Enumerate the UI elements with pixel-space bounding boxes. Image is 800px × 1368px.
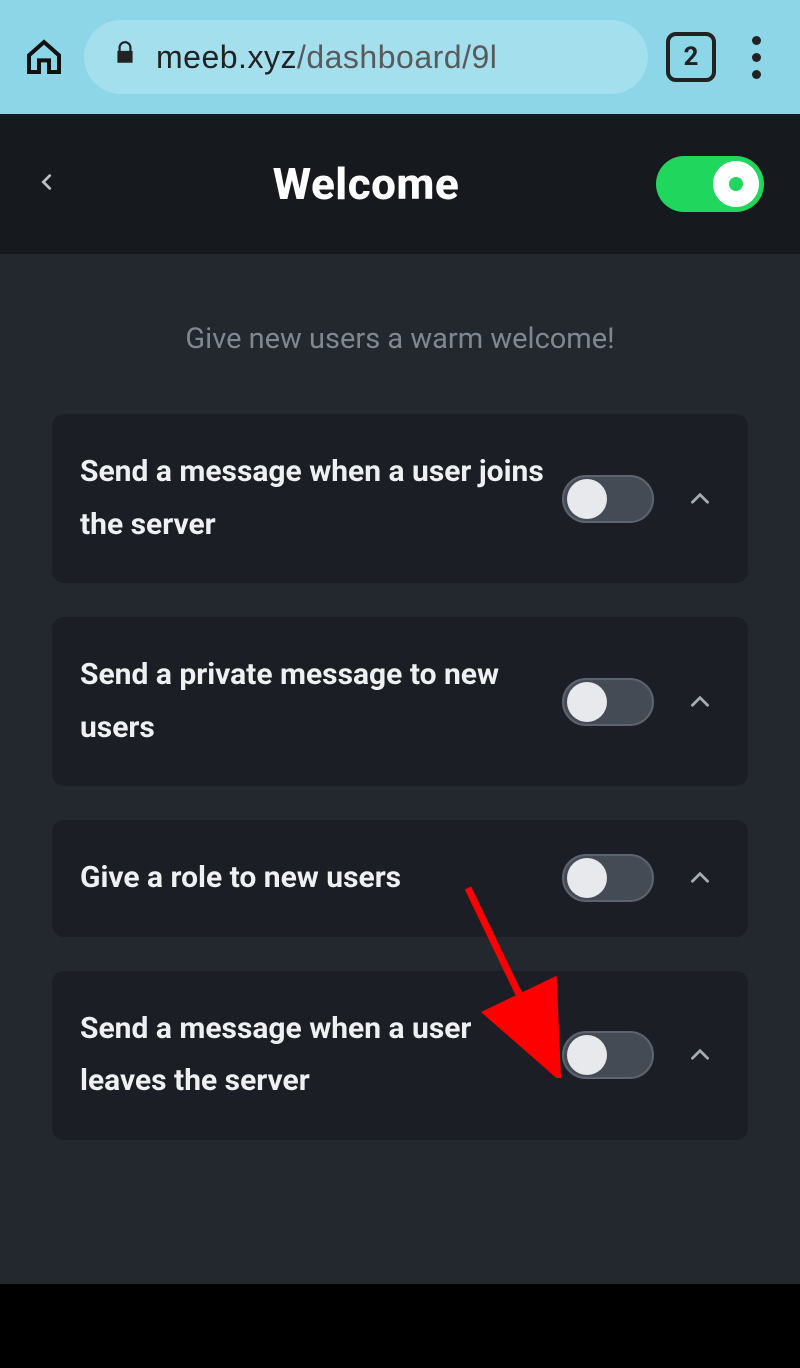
option-toggle[interactable] — [562, 678, 654, 726]
option-leave-message[interactable]: Send a message when a user leaves the se… — [52, 971, 748, 1140]
option-label: Give a role to new users — [80, 852, 546, 905]
option-give-role[interactable]: Give a role to new users — [52, 820, 748, 937]
url-bar[interactable]: meeb.xyz/dashboard/9l — [84, 20, 648, 94]
overflow-menu-button[interactable] — [734, 36, 778, 79]
option-label: Send a message when a user leaves the se… — [80, 1003, 546, 1108]
content-area: Give new users a warm welcome! Send a me… — [0, 254, 800, 1284]
lock-icon — [112, 38, 138, 76]
toggle-knob — [567, 479, 607, 519]
dot-icon — [752, 53, 761, 62]
option-toggle[interactable] — [562, 1031, 654, 1079]
option-private-message[interactable]: Send a private message to new users — [52, 617, 748, 786]
tabs-button[interactable]: 2 — [666, 32, 716, 82]
home-icon — [24, 37, 64, 77]
back-button[interactable] — [36, 165, 76, 203]
browser-bar: meeb.xyz/dashboard/9l 2 — [0, 0, 800, 114]
chevron-up-icon — [687, 1042, 713, 1068]
option-toggle[interactable] — [562, 854, 654, 902]
option-label: Send a message when a user joins the ser… — [80, 446, 546, 551]
bottom-band — [0, 1284, 800, 1368]
page-subtitle: Give new users a warm welcome! — [52, 322, 748, 356]
app-header: Welcome — [0, 114, 800, 254]
toggle-knob — [567, 858, 607, 898]
toggle-knob — [713, 161, 759, 207]
toggle-knob — [567, 682, 607, 722]
home-button[interactable] — [22, 35, 66, 79]
page-title: Welcome — [76, 158, 656, 210]
chevron-left-icon — [36, 165, 58, 199]
chevron-up-icon — [687, 486, 713, 512]
dot-icon — [752, 70, 761, 79]
option-join-message[interactable]: Send a message when a user joins the ser… — [52, 414, 748, 583]
expand-button[interactable] — [680, 1042, 720, 1068]
master-toggle[interactable] — [656, 156, 764, 212]
chevron-up-icon — [687, 865, 713, 891]
url-text: meeb.xyz/dashboard/9l — [156, 39, 497, 76]
expand-button[interactable] — [680, 689, 720, 715]
option-toggle[interactable] — [562, 475, 654, 523]
tab-count: 2 — [684, 42, 699, 72]
toggle-knob — [567, 1035, 607, 1075]
option-label: Send a private message to new users — [80, 649, 546, 754]
expand-button[interactable] — [680, 865, 720, 891]
expand-button[interactable] — [680, 486, 720, 512]
dot-icon — [752, 36, 761, 45]
chevron-up-icon — [687, 689, 713, 715]
